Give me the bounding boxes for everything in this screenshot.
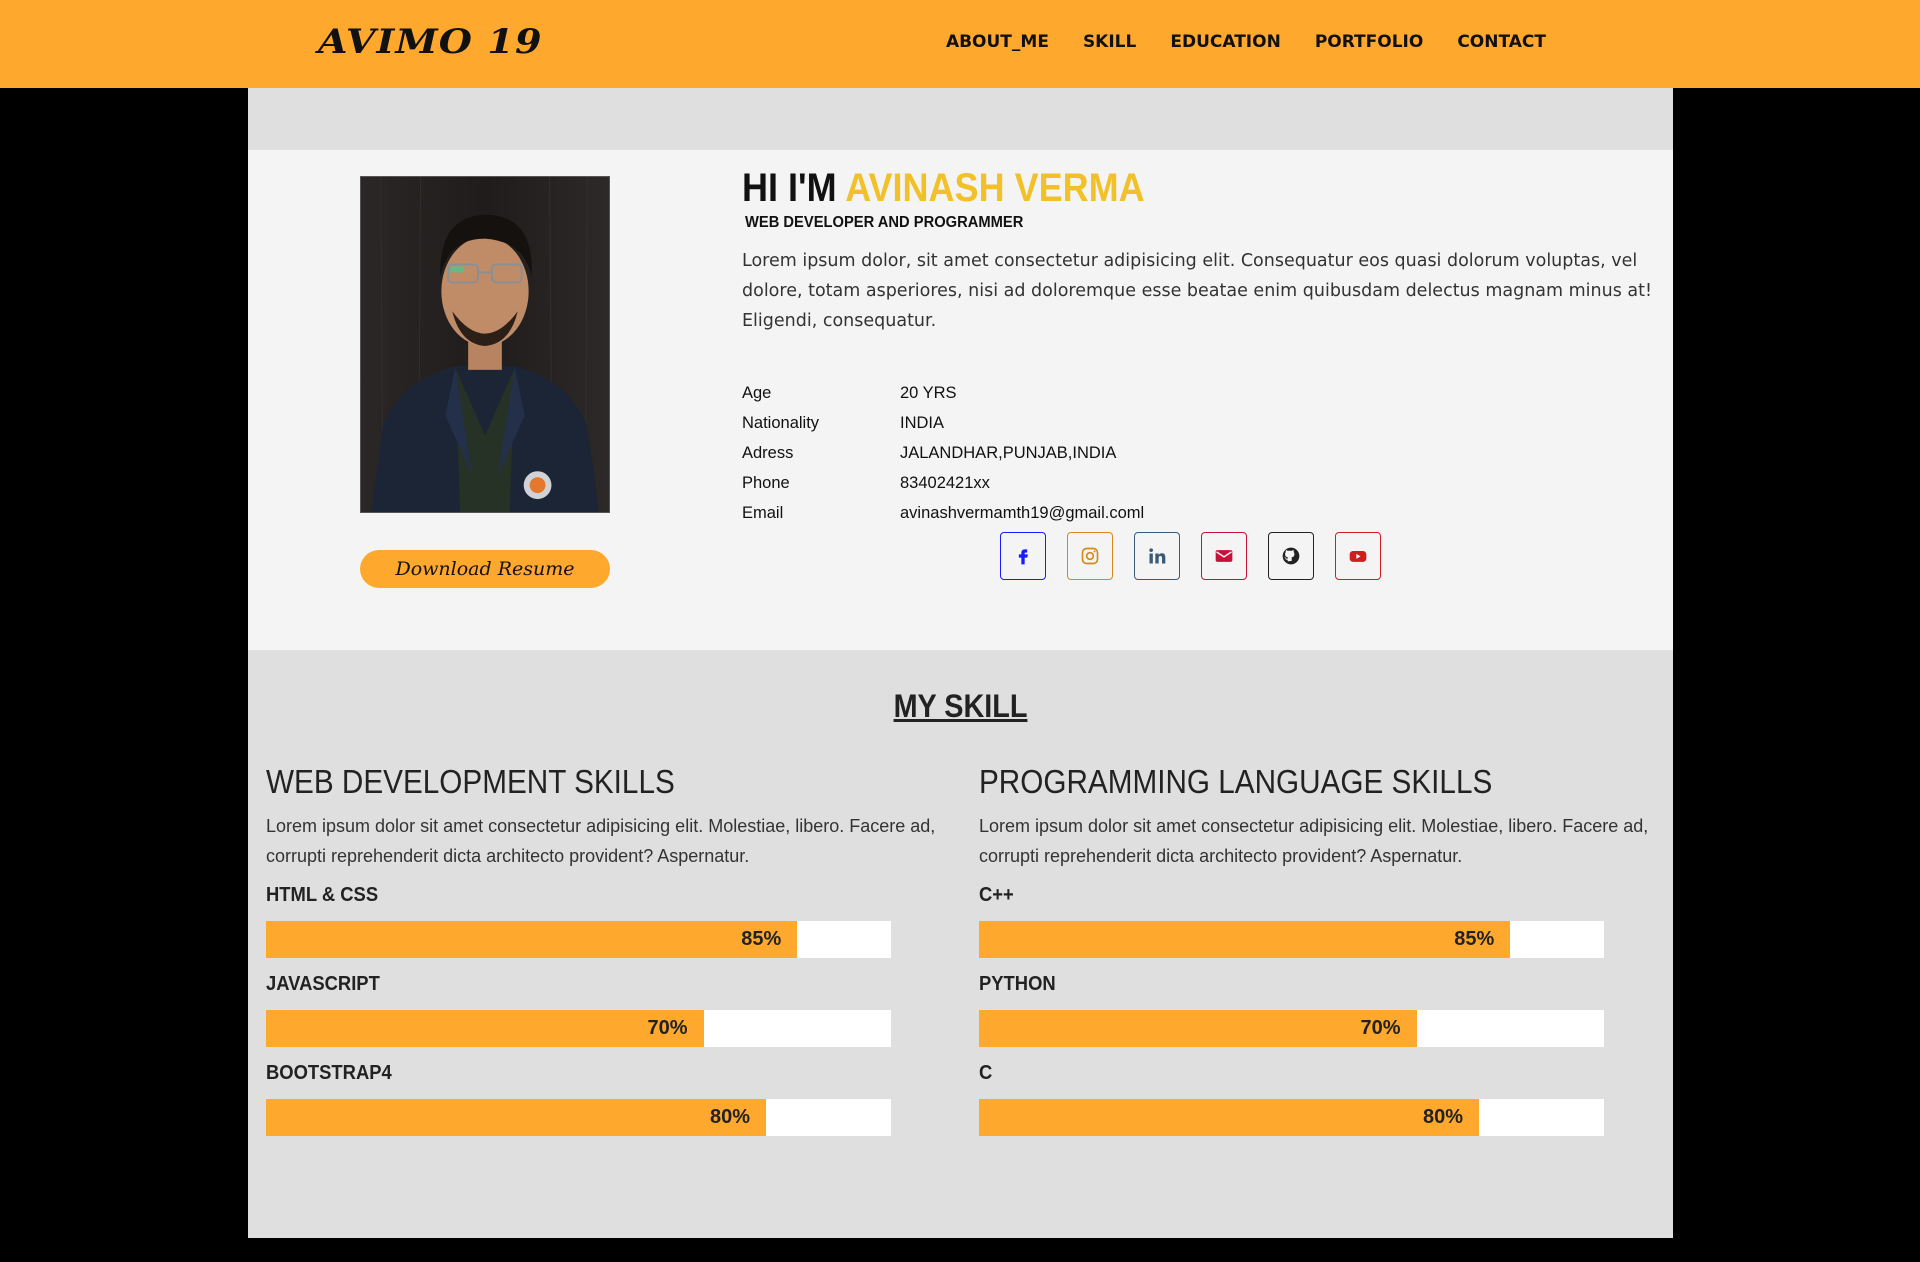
name-text: AVINASH VERMA xyxy=(845,166,1145,210)
brand-logo[interactable]: AVIMO 19 xyxy=(318,22,543,62)
github-link[interactable] xyxy=(1268,532,1314,580)
info-label: Age xyxy=(742,383,772,402)
instagram-link[interactable] xyxy=(1067,532,1113,580)
skill-item: HTML & CSS 85% xyxy=(266,880,946,958)
download-resume-button[interactable]: Download Resume xyxy=(360,550,610,588)
greeting-heading: HI I'M AVINASH VERMA xyxy=(742,164,1566,212)
bio-text: Lorem ipsum dolor, sit amet consectetur … xyxy=(742,251,1653,331)
skill-bar: 70% xyxy=(979,1010,1604,1047)
skill-item: JAVASCRIPT 70% xyxy=(266,969,946,1047)
skill-bar-fill: 70% xyxy=(266,1010,704,1047)
info-value: JALANDHAR,PUNJAB,INDIA xyxy=(900,443,1117,462)
skill-item: PYTHON 70% xyxy=(979,969,1659,1047)
skill-percent: 70% xyxy=(647,1017,688,1039)
skill-item: BOOTSTRAP4 80% xyxy=(266,1058,946,1136)
web-skills-heading: WEB DEVELOPMENT SKILLS xyxy=(266,763,675,800)
skill-bar-fill: 80% xyxy=(979,1099,1479,1136)
skill-label: C xyxy=(979,1062,993,1084)
info-table: Age 20 YRS Nationality INDIA Adress JALANDH… xyxy=(742,378,1144,528)
web-skills-column: WEB DEVELOPMENT SKILLS Lorem ipsum dolor… xyxy=(266,762,946,1136)
skill-bar: 85% xyxy=(979,921,1604,958)
info-row: Age 20 YRS xyxy=(742,378,1144,408)
info-value: 83402421xx xyxy=(900,473,990,492)
info-row: Nationality INDIA xyxy=(742,408,1144,438)
info-label: Email xyxy=(742,503,784,522)
skill-percent: 80% xyxy=(1422,1106,1463,1128)
info-row: Phone 83402421xx xyxy=(742,468,1144,498)
skill-bar: 80% xyxy=(979,1099,1604,1136)
skill-bar: 70% xyxy=(266,1010,891,1047)
nav-portfolio[interactable]: PORTFOLIO xyxy=(1315,32,1424,52)
skill-percent: 70% xyxy=(1360,1017,1401,1039)
nav-skill[interactable]: SKILL xyxy=(1083,32,1136,52)
role-subtitle: WEB DEVELOPER AND PROGRAMMER xyxy=(745,214,1024,231)
email-link[interactable] xyxy=(1201,532,1247,580)
skill-bar-fill: 85% xyxy=(266,921,798,958)
nav-education[interactable]: EDUCATION xyxy=(1170,32,1280,52)
skills-title: MY SKILL xyxy=(893,688,1028,724)
intro: HI I'M AVINASH VERMA WEB DEVELOPER AND P… xyxy=(742,164,1657,336)
programming-skills-desc: Lorem ipsum dolor sit amet consectetur a… xyxy=(979,816,1649,866)
youtube-link[interactable] xyxy=(1335,532,1381,580)
instagram-icon xyxy=(1081,547,1099,565)
programming-skills-column: PROGRAMMING LANGUAGE SKILLS Lorem ipsum … xyxy=(979,762,1659,1136)
info-label: Nationality xyxy=(742,413,820,432)
greeting-text: HI I'M xyxy=(742,166,846,210)
info-value: 20 YRS xyxy=(900,383,957,402)
skill-item: C 80% xyxy=(979,1058,1659,1136)
skill-label: PYTHON xyxy=(979,973,1056,995)
skill-item: C++ 85% xyxy=(979,880,1659,958)
info-value: avinashvermamth19@gmail.coml xyxy=(900,503,1145,522)
skill-label: BOOTSTRAP4 xyxy=(266,1062,392,1084)
skill-percent: 85% xyxy=(741,928,782,950)
email-icon xyxy=(1215,550,1233,562)
youtube-icon xyxy=(1349,551,1367,562)
skill-bar: 85% xyxy=(266,921,891,958)
programming-skills-heading: PROGRAMMING LANGUAGE SKILLS xyxy=(979,763,1493,800)
skill-bar: 80% xyxy=(266,1099,891,1136)
profile-photo xyxy=(360,176,610,513)
info-row: Email avinashvermamth19@gmail.coml xyxy=(742,498,1144,528)
linkedin-icon xyxy=(1149,548,1166,564)
about-section: Download Resume HI I'M AVINASH VERMA WEB… xyxy=(248,150,1673,650)
github-icon xyxy=(1282,547,1300,565)
web-skills-desc: Lorem ipsum dolor sit amet consectetur a… xyxy=(266,816,936,866)
skill-label: JAVASCRIPT xyxy=(266,973,380,995)
info-label: Phone xyxy=(742,473,790,492)
skill-label: HTML & CSS xyxy=(266,884,379,906)
skill-label: C++ xyxy=(979,884,1014,906)
skill-bar-fill: 80% xyxy=(266,1099,766,1136)
nav-links: ABOUT_ME SKILL EDUCATION PORTFOLIO CONTA… xyxy=(946,32,1546,52)
nav-contact[interactable]: CONTACT xyxy=(1457,32,1546,52)
linkedin-link[interactable] xyxy=(1134,532,1180,580)
main-container: Download Resume HI I'M AVINASH VERMA WEB… xyxy=(248,88,1673,1238)
navbar: AVIMO 19 ABOUT_ME SKILL EDUCATION PORTFO… xyxy=(0,0,1920,88)
skill-bar-fill: 70% xyxy=(979,1010,1417,1047)
social-links xyxy=(1000,532,1381,580)
info-value: INDIA xyxy=(900,413,945,432)
nav-about-me[interactable]: ABOUT_ME xyxy=(946,32,1049,52)
skill-percent: 85% xyxy=(1454,928,1495,950)
skill-percent: 80% xyxy=(709,1106,750,1128)
facebook-link[interactable] xyxy=(1000,532,1046,580)
info-label: Adress xyxy=(742,443,794,462)
facebook-icon xyxy=(1018,549,1028,565)
info-row: Adress JALANDHAR,PUNJAB,INDIA xyxy=(742,438,1144,468)
skill-bar-fill: 85% xyxy=(979,921,1511,958)
